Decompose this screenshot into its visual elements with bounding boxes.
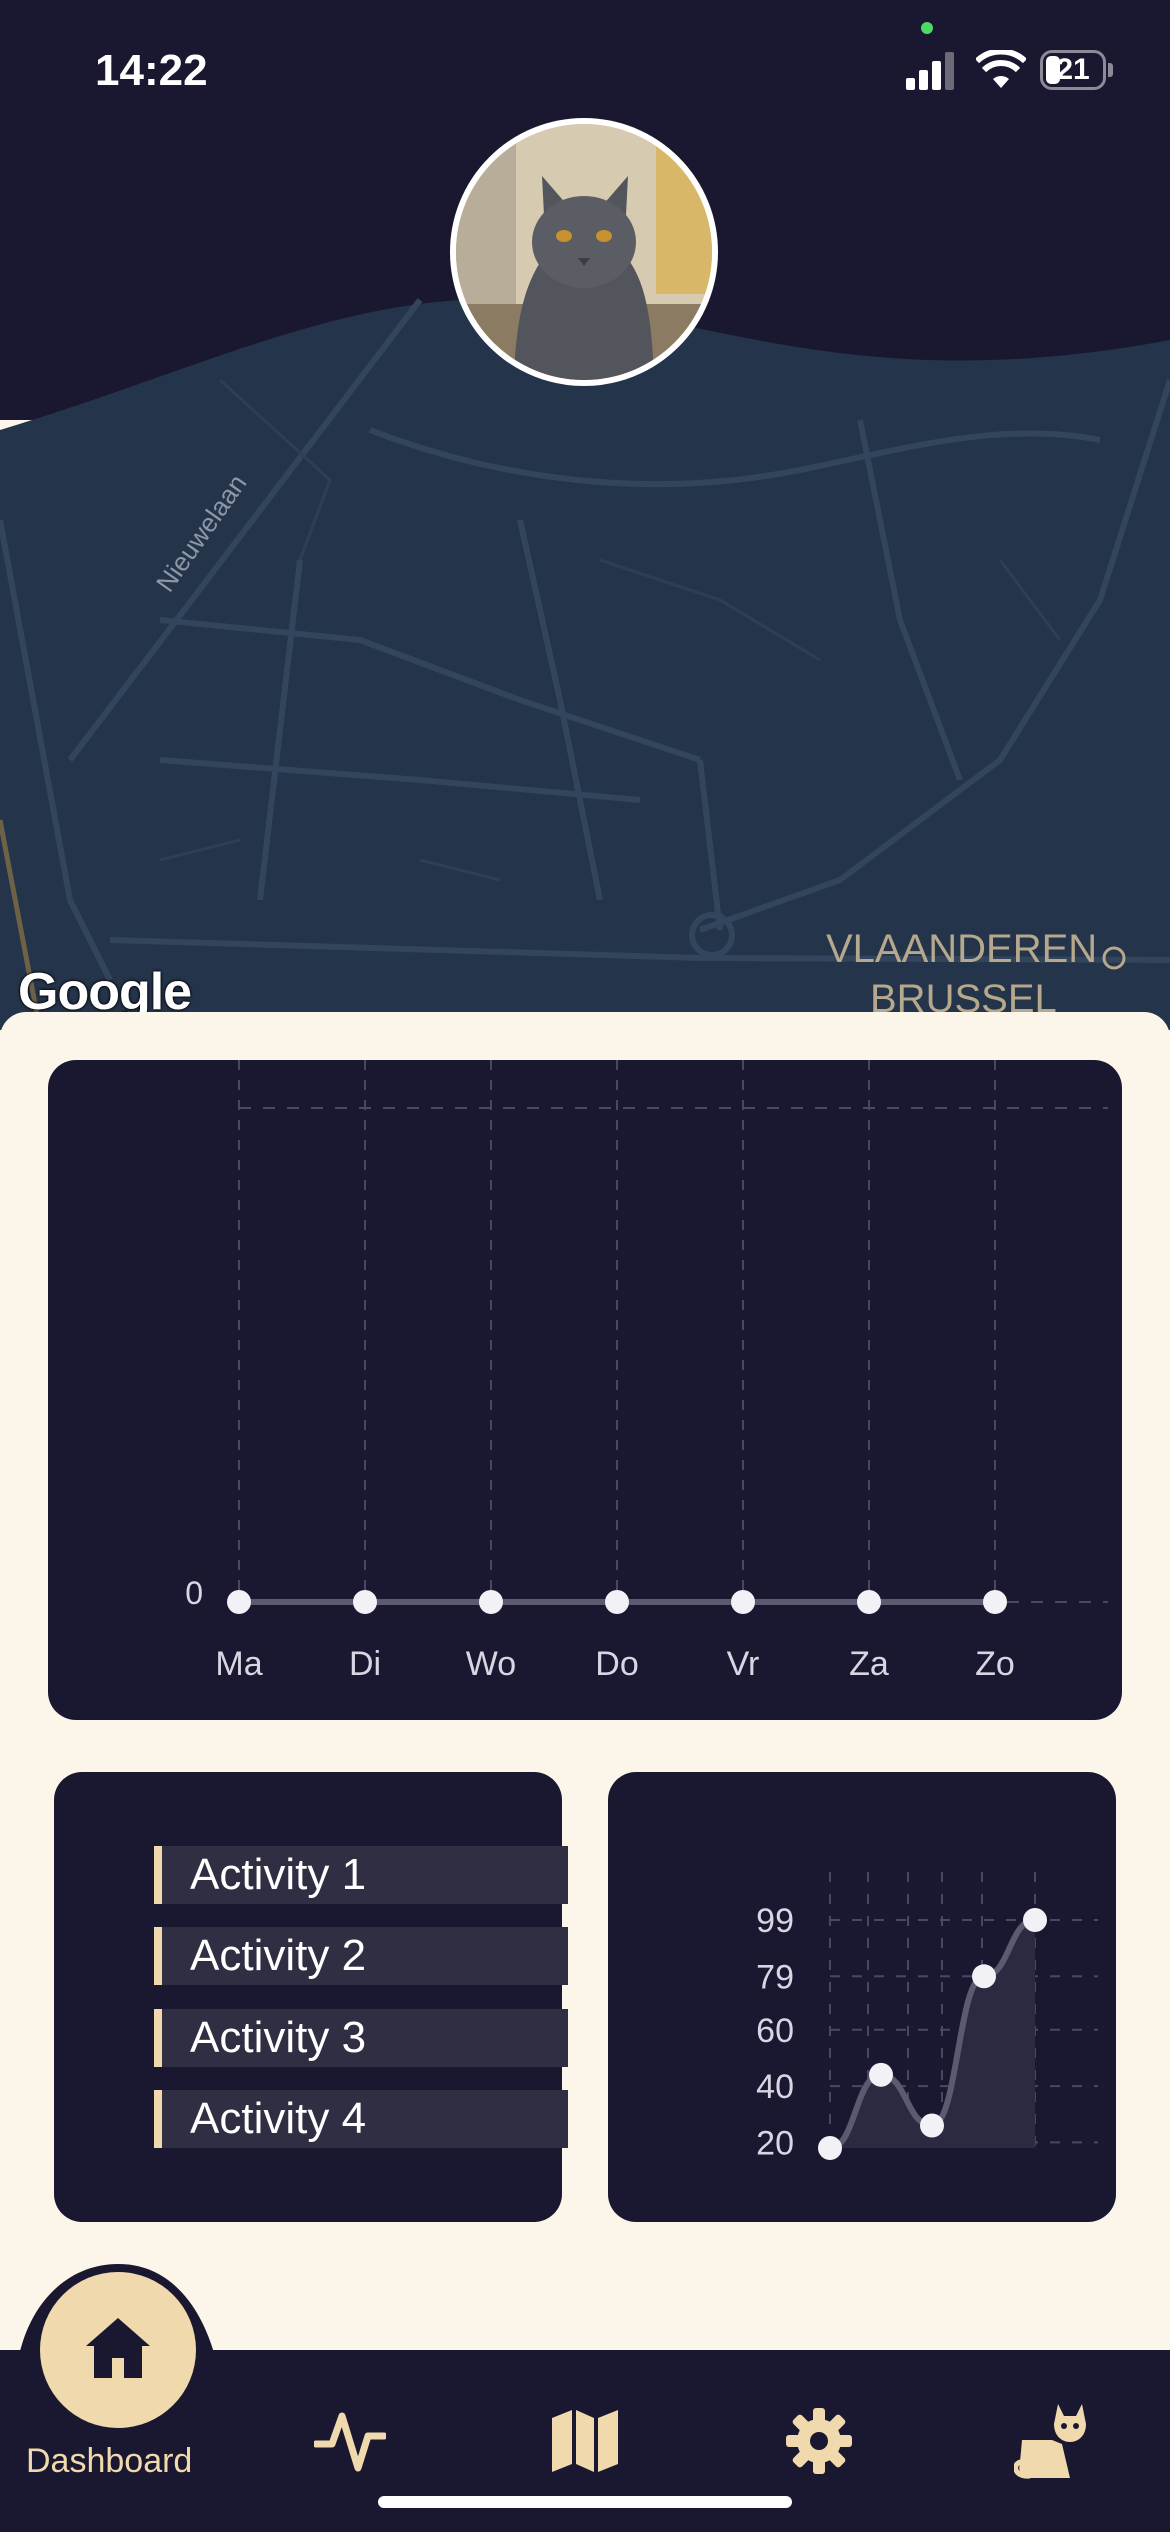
x-tick-label: Ma xyxy=(215,1645,262,1683)
y-tick-label: 40 xyxy=(756,2068,794,2106)
data-point xyxy=(972,1964,996,1989)
y-tick-label: 60 xyxy=(756,2012,794,2050)
activity-item[interactable]: Activity 2 xyxy=(154,1927,568,1985)
x-tick-label: Za xyxy=(849,1645,889,1683)
data-point xyxy=(1023,1908,1047,1932)
privacy-indicator xyxy=(921,22,933,34)
cat-icon[interactable] xyxy=(1014,2400,1090,2480)
cellular-signal-icon xyxy=(906,52,954,90)
x-tick-label: Vr xyxy=(727,1645,760,1683)
weekly-activity-chart: Ma Di Wo Do Vr Za Zo 0 xyxy=(48,1060,1122,1720)
x-tick-label: Di xyxy=(349,1645,381,1683)
battery-tip xyxy=(1108,63,1113,77)
data-point xyxy=(353,1590,377,1614)
data-point xyxy=(479,1590,503,1614)
x-tick-label: Wo xyxy=(466,1645,516,1683)
activity-item[interactable]: Activity 1 xyxy=(154,1846,568,1904)
activity-icon[interactable] xyxy=(314,2408,386,2474)
y-tick-label: 79 xyxy=(756,1958,794,1996)
cat-photo xyxy=(456,124,712,380)
gear-icon[interactable] xyxy=(784,2406,854,2476)
data-point xyxy=(869,2062,893,2087)
home-indicator xyxy=(378,2496,792,2508)
battery-icon: 21 xyxy=(1040,50,1106,90)
x-tick-label: Do xyxy=(595,1645,638,1683)
data-point xyxy=(731,1590,755,1614)
trend-chart-plot: 20 40 60 79 99 xyxy=(756,1872,1098,2162)
activity-label: Activity 1 xyxy=(190,1850,367,1899)
status-time: 14:22 xyxy=(95,46,208,95)
activity-item[interactable]: Activity 4 xyxy=(154,2090,568,2148)
trend-chart-card: 20 40 60 79 99 xyxy=(608,1772,1116,2222)
x-tick-label: Zo xyxy=(975,1645,1015,1683)
y-tick-label: 20 xyxy=(756,2124,794,2162)
pet-avatar[interactable] xyxy=(450,118,718,386)
activity-label: Activity 2 xyxy=(190,1931,367,1980)
data-point xyxy=(605,1590,629,1614)
nav-dashboard-label: Dashboard xyxy=(26,2442,193,2480)
activity-item[interactable]: Activity 3 xyxy=(154,2009,568,2067)
data-point xyxy=(983,1590,1007,1614)
home-icon xyxy=(86,2318,150,2378)
activities-card: Activity 1 Activity 2 Activity 3 Activit… xyxy=(54,1772,568,2222)
wifi-icon xyxy=(976,50,1026,88)
activity-label: Activity 4 xyxy=(190,2094,367,2143)
map-city-label: VLAANDEREN BRUSSEL xyxy=(826,927,1098,1021)
y-tick-label: 99 xyxy=(756,1902,794,1940)
weekly-chart-plot: Ma Di Wo Do Vr Za Zo 0 xyxy=(185,1060,1108,1683)
data-point xyxy=(818,2136,842,2160)
activity-label: Activity 3 xyxy=(190,2013,367,2062)
battery-level: 21 xyxy=(1056,53,1090,86)
data-point xyxy=(920,2113,944,2138)
map-icon[interactable] xyxy=(550,2408,620,2474)
y-tick-label: 0 xyxy=(185,1575,203,1611)
data-point xyxy=(227,1590,251,1614)
data-point xyxy=(857,1590,881,1614)
nav-dashboard-button[interactable] xyxy=(40,2272,196,2428)
